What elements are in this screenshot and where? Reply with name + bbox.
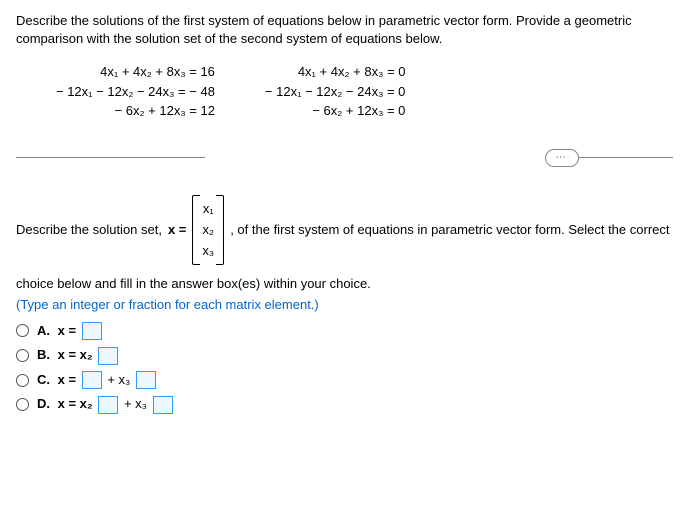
label-C: C. (37, 372, 50, 387)
text-C-mid: + x₃ (107, 372, 130, 387)
sys2-eq2: − 12x₁ − 12x₂ − 24x₃ = 0 (265, 83, 406, 101)
systems-container: 4x₁ + 4x₂ + 8x₃ = 16 − 12x₁ − 12x₂ − 24x… (16, 62, 673, 121)
type-instruction: (Type an integer or fraction for each ma… (16, 296, 673, 314)
choice-A[interactable]: A. x = (16, 322, 673, 341)
text-D-mid: + x₃ (124, 396, 147, 411)
input-C-1[interactable] (82, 371, 102, 389)
text-D-pre: x = x₂ (58, 396, 93, 411)
vec-r3: x₃ (202, 241, 214, 262)
choice-B[interactable]: B. x = x₂ (16, 346, 673, 365)
label-B: B. (37, 347, 50, 362)
choice-instruction: choice below and fill in the answer box(… (16, 275, 673, 293)
solset-post: , of the first system of equations in pa… (230, 221, 669, 239)
label-A: A. (37, 323, 50, 338)
input-B-1[interactable] (98, 347, 118, 365)
input-D-1[interactable] (98, 396, 118, 414)
input-C-2[interactable] (136, 371, 156, 389)
sys1-eq2: − 12x₁ − 12x₂ − 24x₃ = − 48 (56, 83, 215, 101)
sys2-eq3: − 6x₂ + 12x₃ = 0 (265, 102, 406, 120)
system-2: 4x₁ + 4x₂ + 8x₃ = 0 − 12x₁ − 12x₂ − 24x₃… (265, 62, 406, 121)
input-A-1[interactable] (82, 322, 102, 340)
sys1-eq1: 4x₁ + 4x₂ + 8x₃ = 16 (56, 63, 215, 81)
choice-D[interactable]: D. x = x₂ + x₃ (16, 395, 673, 414)
text-B-pre: x = x₂ (58, 347, 93, 362)
radio-D[interactable] (16, 398, 29, 411)
solset-xeq: x = (168, 221, 186, 239)
solution-set-line: Describe the solution set, x = x₁ x₂ x₃ … (16, 195, 673, 265)
radio-A[interactable] (16, 324, 29, 337)
label-D: D. (37, 396, 50, 411)
radio-C[interactable] (16, 374, 29, 387)
ellipsis-button[interactable]: ⋯ (545, 149, 579, 167)
solset-pre: Describe the solution set, (16, 221, 162, 239)
input-D-2[interactable] (153, 396, 173, 414)
system-1: 4x₁ + 4x₂ + 8x₃ = 16 − 12x₁ − 12x₂ − 24x… (56, 62, 215, 121)
text-C-pre: x = (58, 372, 76, 387)
choice-C[interactable]: C. x = + x₃ (16, 371, 673, 390)
vector-bracket: x₁ x₂ x₃ (192, 195, 224, 265)
divider: ⋯ (16, 149, 673, 167)
vec-r2: x₂ (202, 220, 214, 241)
problem-intro: Describe the solutions of the first syst… (16, 12, 673, 48)
sys2-eq1: 4x₁ + 4x₂ + 8x₃ = 0 (265, 63, 406, 81)
radio-B[interactable] (16, 349, 29, 362)
vec-r1: x₁ (202, 199, 214, 220)
sys1-eq3: − 6x₂ + 12x₃ = 12 (56, 102, 215, 120)
text-A-pre: x = (58, 323, 76, 338)
